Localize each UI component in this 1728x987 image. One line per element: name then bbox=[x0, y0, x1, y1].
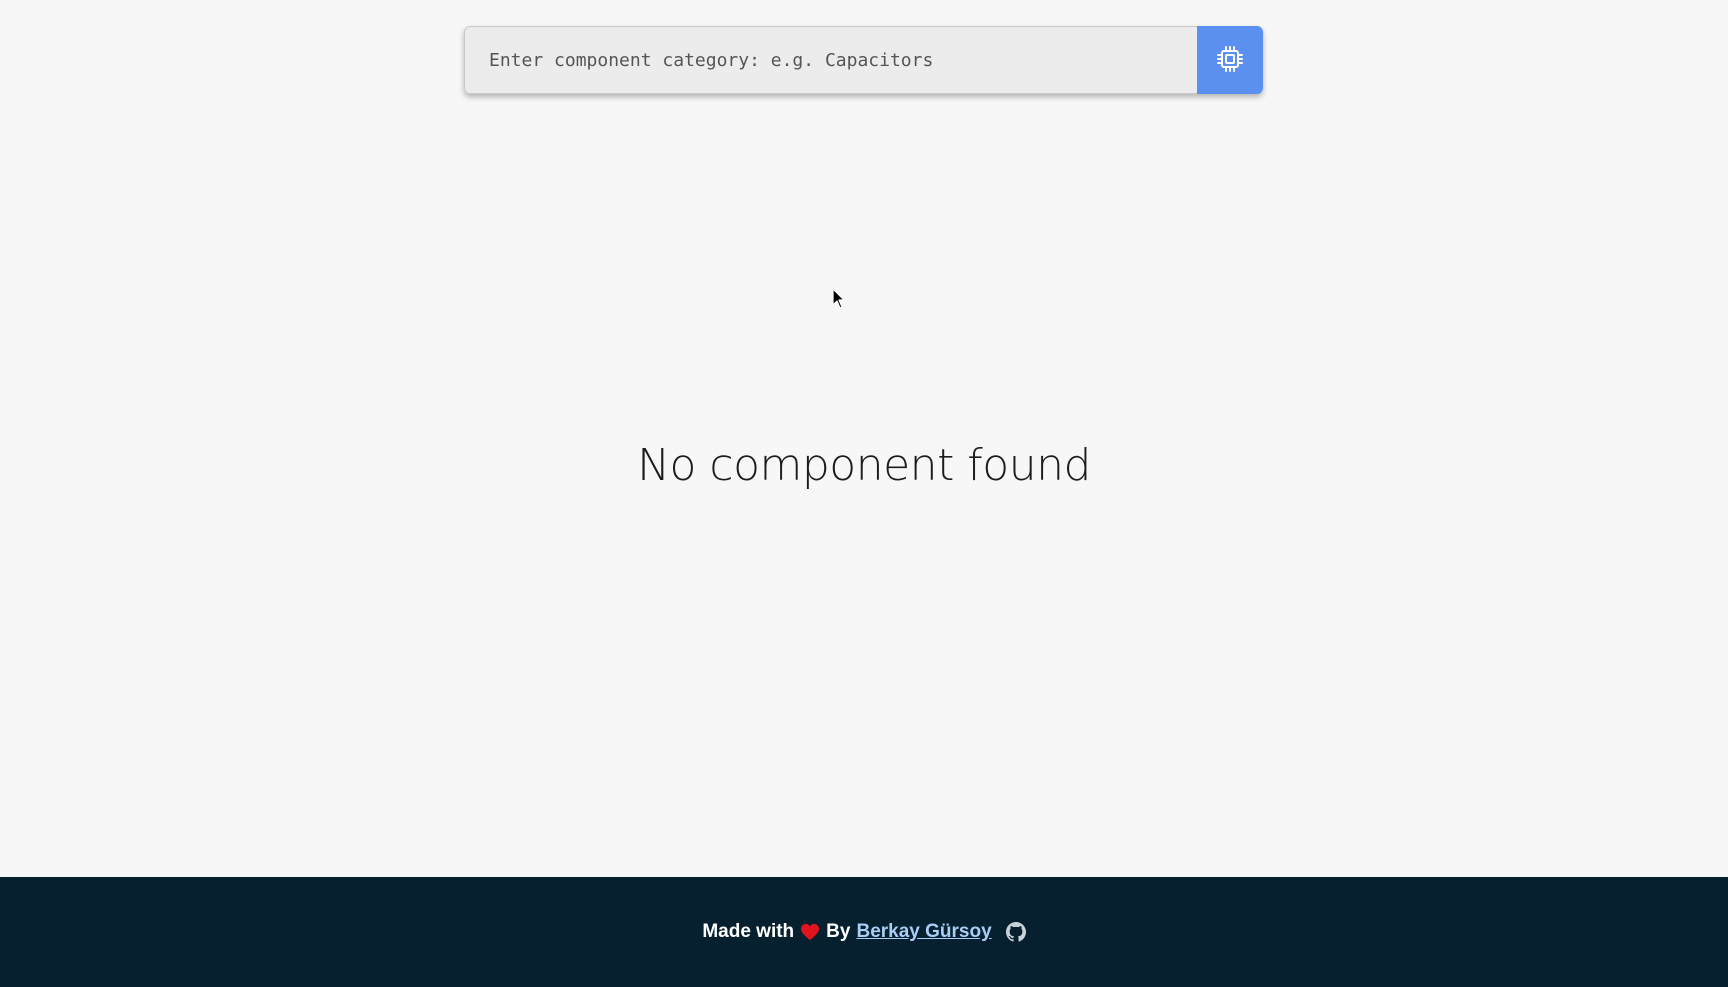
made-with-label: Made with bbox=[702, 921, 795, 942]
chip-icon bbox=[1214, 43, 1246, 78]
search-input[interactable] bbox=[464, 26, 1197, 94]
empty-state-message: No component found bbox=[637, 440, 1091, 491]
heart-icon bbox=[800, 923, 820, 941]
github-icon[interactable] bbox=[1005, 922, 1026, 942]
author-link[interactable]: Berkay Gürsoy bbox=[856, 921, 991, 943]
footer: Made with By Berkay Gürsoy bbox=[0, 877, 1728, 987]
search-bar bbox=[464, 26, 1263, 94]
footer-credits: Made with By Berkay Gürsoy bbox=[702, 921, 1026, 943]
by-label: By bbox=[826, 921, 851, 942]
search-button[interactable] bbox=[1197, 26, 1263, 94]
mouse-cursor-icon bbox=[832, 288, 846, 315]
